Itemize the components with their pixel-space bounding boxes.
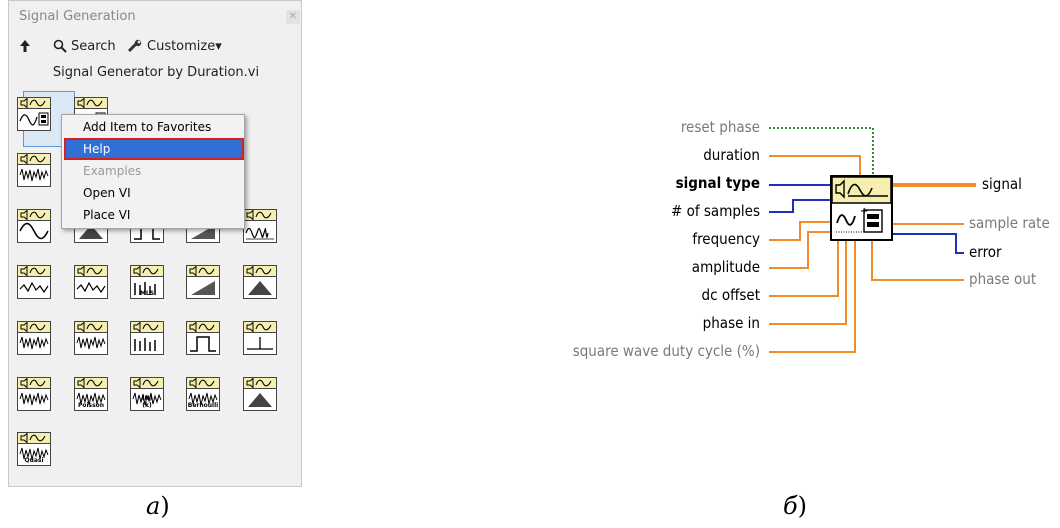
- palette-vi-icon[interactable]: [243, 209, 277, 243]
- wire-duration: [769, 155, 861, 178]
- term-duration: duration: [703, 146, 760, 164]
- up-arrow-icon[interactable]: [19, 39, 35, 54]
- menu-item-examples: Examples: [83, 164, 142, 178]
- signal-generation-palette: Signal Generation ✕ Search Customize▾ Si…: [8, 0, 302, 487]
- palette-vi-icon[interactable]: [186, 265, 220, 299]
- menu-item-add-to-favorites[interactable]: Add Item to Favorites: [83, 117, 211, 137]
- term-num-samples: # of samples: [671, 202, 760, 220]
- context-menu: Add Item to Favorites Help Examples Open…: [61, 114, 245, 229]
- palette-icon-label: Quasi: [24, 457, 44, 464]
- palette-vi-icon[interactable]: [74, 265, 108, 299]
- palette-icon-label: MLS: [139, 290, 155, 297]
- caption-b: б): [783, 492, 808, 520]
- svg-text:+: +: [860, 206, 868, 217]
- term-signal: signal: [982, 175, 1022, 193]
- palette-vi-icon[interactable]: [130, 321, 164, 355]
- term-phase-out: phase out: [969, 270, 1037, 288]
- search-label: Search: [71, 39, 116, 54]
- palette-vi-icon[interactable]: [243, 377, 277, 411]
- wire-error: [892, 233, 964, 254]
- term-error: error: [969, 243, 1002, 261]
- customize-label: Customize▾: [147, 39, 222, 54]
- palette-vi-icon[interactable]: [17, 377, 51, 411]
- vi-name-label: Signal Generator by Duration.vi: [52, 65, 260, 80]
- palette-vi-icon[interactable]: (N) (k): [130, 377, 164, 411]
- menu-item-help[interactable]: Help: [64, 138, 244, 160]
- caption-a: а): [146, 492, 170, 520]
- palette-vi-icon[interactable]: [17, 209, 51, 243]
- palette-vi-icon[interactable]: [186, 321, 220, 355]
- menu-item-place-vi[interactable]: Place VI: [83, 205, 130, 225]
- term-signal-type: signal type: [675, 174, 760, 192]
- palette-toolbar: Search Customize▾: [9, 37, 301, 61]
- search-button[interactable]: Search: [53, 39, 116, 54]
- close-icon[interactable]: ✕: [286, 10, 300, 24]
- palette-vi-icon[interactable]: [243, 321, 277, 355]
- palette-vi-icon[interactable]: [17, 321, 51, 355]
- palette-icon-label: Poisson: [77, 402, 105, 409]
- palette-vi-icon[interactable]: Bernoulli: [186, 377, 220, 411]
- wrench-icon: [127, 39, 142, 53]
- palette-vi-icon[interactable]: [243, 265, 277, 299]
- palette-vi-icon[interactable]: [17, 265, 51, 299]
- term-reset-phase: reset phase: [680, 118, 760, 136]
- term-amplitude: amplitude: [691, 258, 760, 276]
- palette-icon-label: (N) (k): [141, 395, 153, 409]
- menu-item-open-vi[interactable]: Open VI: [83, 183, 131, 203]
- menu-item-help-label: Help: [83, 142, 111, 156]
- palette-vi-icon[interactable]: [17, 97, 51, 131]
- search-icon: [53, 39, 67, 53]
- connector-pane-diagram: + reset phase duration signal type # of …: [490, 110, 1060, 380]
- wire-phase-out: [871, 240, 964, 281]
- palette-title: Signal Generation: [19, 9, 136, 24]
- term-duty-cycle: square wave duty cycle (%): [572, 342, 760, 360]
- term-sample-rate: sample rate: [969, 214, 1050, 232]
- palette-vi-icon[interactable]: [17, 153, 51, 187]
- signal-generator-vi-icon: +: [830, 175, 893, 241]
- palette-vi-icon[interactable]: Poisson: [74, 377, 108, 411]
- term-phase-in: phase in: [702, 314, 760, 332]
- term-frequency: frequency: [692, 230, 760, 248]
- term-dc-offset: dc offset: [701, 286, 760, 304]
- palette-vi-icon[interactable]: MLS: [130, 265, 164, 299]
- palette-icon-label: Bernoulli: [187, 402, 219, 409]
- wire-reset-phase: [769, 127, 874, 178]
- wire-samples: [769, 199, 831, 213]
- palette-vi-icon[interactable]: [74, 321, 108, 355]
- palette-vi-icon[interactable]: Quasi: [17, 432, 51, 466]
- customize-button[interactable]: Customize▾: [127, 39, 222, 54]
